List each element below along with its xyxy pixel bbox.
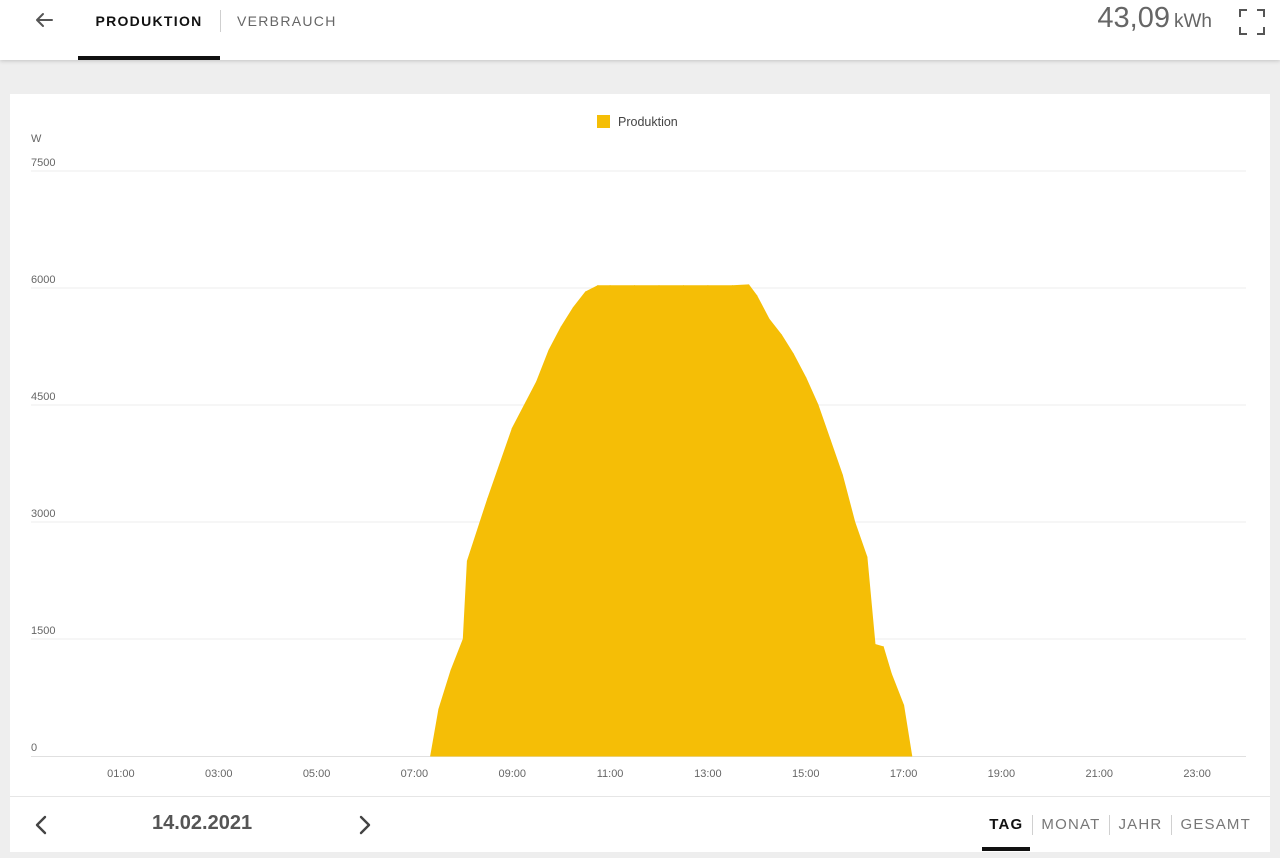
data-point [805,377,807,379]
fullscreen-icon [1239,9,1265,35]
y-tick-label: 4500 [31,391,55,403]
data-point [874,643,876,645]
data-point [585,291,587,293]
data-point [903,704,905,706]
period-tab-tag-label: TAG [989,816,1024,833]
data-point [854,521,856,523]
top-bar: PRODUKTION VERBRAUCH 43,09 kWh [0,0,1280,60]
production-area[interactable] [430,284,913,757]
x-tick-label: 09:00 [498,768,526,780]
data-point [560,326,562,328]
y-tick-label: 1500 [31,625,55,637]
x-tick-label: 21:00 [1085,768,1113,780]
production-chart: Produktion W 0 1500 3000 4500 6000 7500 01:00… [31,115,1246,780]
tab-produktion[interactable]: PRODUKTION [78,0,220,60]
bottom-bar: 14.02.2021 TAG MONAT JAHR GESAMT [10,796,1270,852]
x-tick-label: 17:00 [890,768,918,780]
previous-day-button[interactable] [30,813,54,837]
x-tick-label: 13:00 [694,768,722,780]
tab-produktion-label: PRODUKTION [95,13,203,29]
data-point [536,381,538,383]
chart-card: Produktion W 0 1500 3000 4500 6000 7500 01:00… [10,94,1270,796]
data-point [756,295,758,297]
data-point [890,673,892,675]
data-point [793,353,795,355]
data-point [634,285,636,287]
data-point [609,285,611,287]
legend-label: Produktion [618,115,678,129]
energy-total-unit: kWh [1174,11,1212,32]
data-point [780,334,782,336]
x-tick-label: 23:00 [1183,768,1211,780]
period-tab-jahr-label: JAHR [1118,816,1163,833]
energy-total: 43,09 kWh [1097,2,1212,42]
x-tick-label: 01:00 [107,768,135,780]
data-point [882,646,884,648]
x-tick-label: 11:00 [597,768,624,780]
data-point [866,556,868,558]
x-axis-ticks: 01:00 03:00 05:00 07:00 09:00 11:00 13:00 15:00… [107,768,1211,780]
data-point [748,284,750,286]
back-button[interactable] [30,6,58,34]
data-point [817,404,819,406]
data-point [829,439,831,441]
data-point [707,285,709,287]
legend-swatch [597,115,610,128]
data-point [487,498,489,500]
tab-divider [220,10,221,32]
data-point [466,560,468,562]
period-tab-tag[interactable]: TAG [980,797,1032,852]
next-day-button[interactable] [352,813,376,837]
x-tick-label: 05:00 [303,768,331,780]
chevron-right-icon [359,815,371,835]
data-point [658,285,660,287]
y-tick-label: 6000 [31,274,55,286]
data-point [731,285,733,287]
period-tab-gesamt-label: GESAMT [1180,816,1251,833]
data-point [548,349,550,351]
data-point [511,427,513,429]
period-tab-jahr[interactable]: JAHR [1109,797,1171,852]
tab-verbrauch[interactable]: VERBRAUCH [237,0,337,60]
energy-total-value: 43,09 [1097,2,1170,34]
x-tick-label: 03:00 [205,768,233,780]
y-tick-label: 3000 [31,508,55,520]
period-tab-monat[interactable]: MONAT [1032,797,1109,852]
data-point [430,755,432,757]
fullscreen-button[interactable] [1238,8,1266,36]
x-tick-label: 07:00 [401,768,429,780]
x-tick-label: 19:00 [988,768,1016,780]
x-tick-label: 15:00 [792,768,820,780]
data-point [462,638,464,640]
chevron-left-icon [35,815,47,835]
y-tick-label: 7500 [31,157,55,169]
data-point [450,669,452,671]
period-tab-gesamt[interactable]: GESAMT [1171,797,1260,852]
tab-verbrauch-label: VERBRAUCH [237,13,337,29]
area-layer [430,284,913,757]
data-point [841,474,843,476]
data-point [438,708,440,710]
data-point [911,755,913,757]
arrow-left-icon [36,13,53,27]
period-tab-monat-label: MONAT [1041,816,1101,833]
active-period-indicator [982,847,1031,851]
period-tabs: TAG MONAT JAHR GESAMT [980,797,1260,852]
y-axis-ticks: 0 1500 3000 4500 6000 7500 [31,157,55,754]
selected-date[interactable]: 14.02.2021 [152,812,252,835]
active-tab-indicator [78,56,220,60]
y-tick-label: 0 [31,742,37,754]
data-point [597,285,599,287]
y-axis-unit-label: W [31,133,42,145]
chart-legend[interactable]: Produktion [597,115,678,129]
data-point [572,307,574,308]
data-point [768,318,770,320]
data-point [682,285,684,287]
